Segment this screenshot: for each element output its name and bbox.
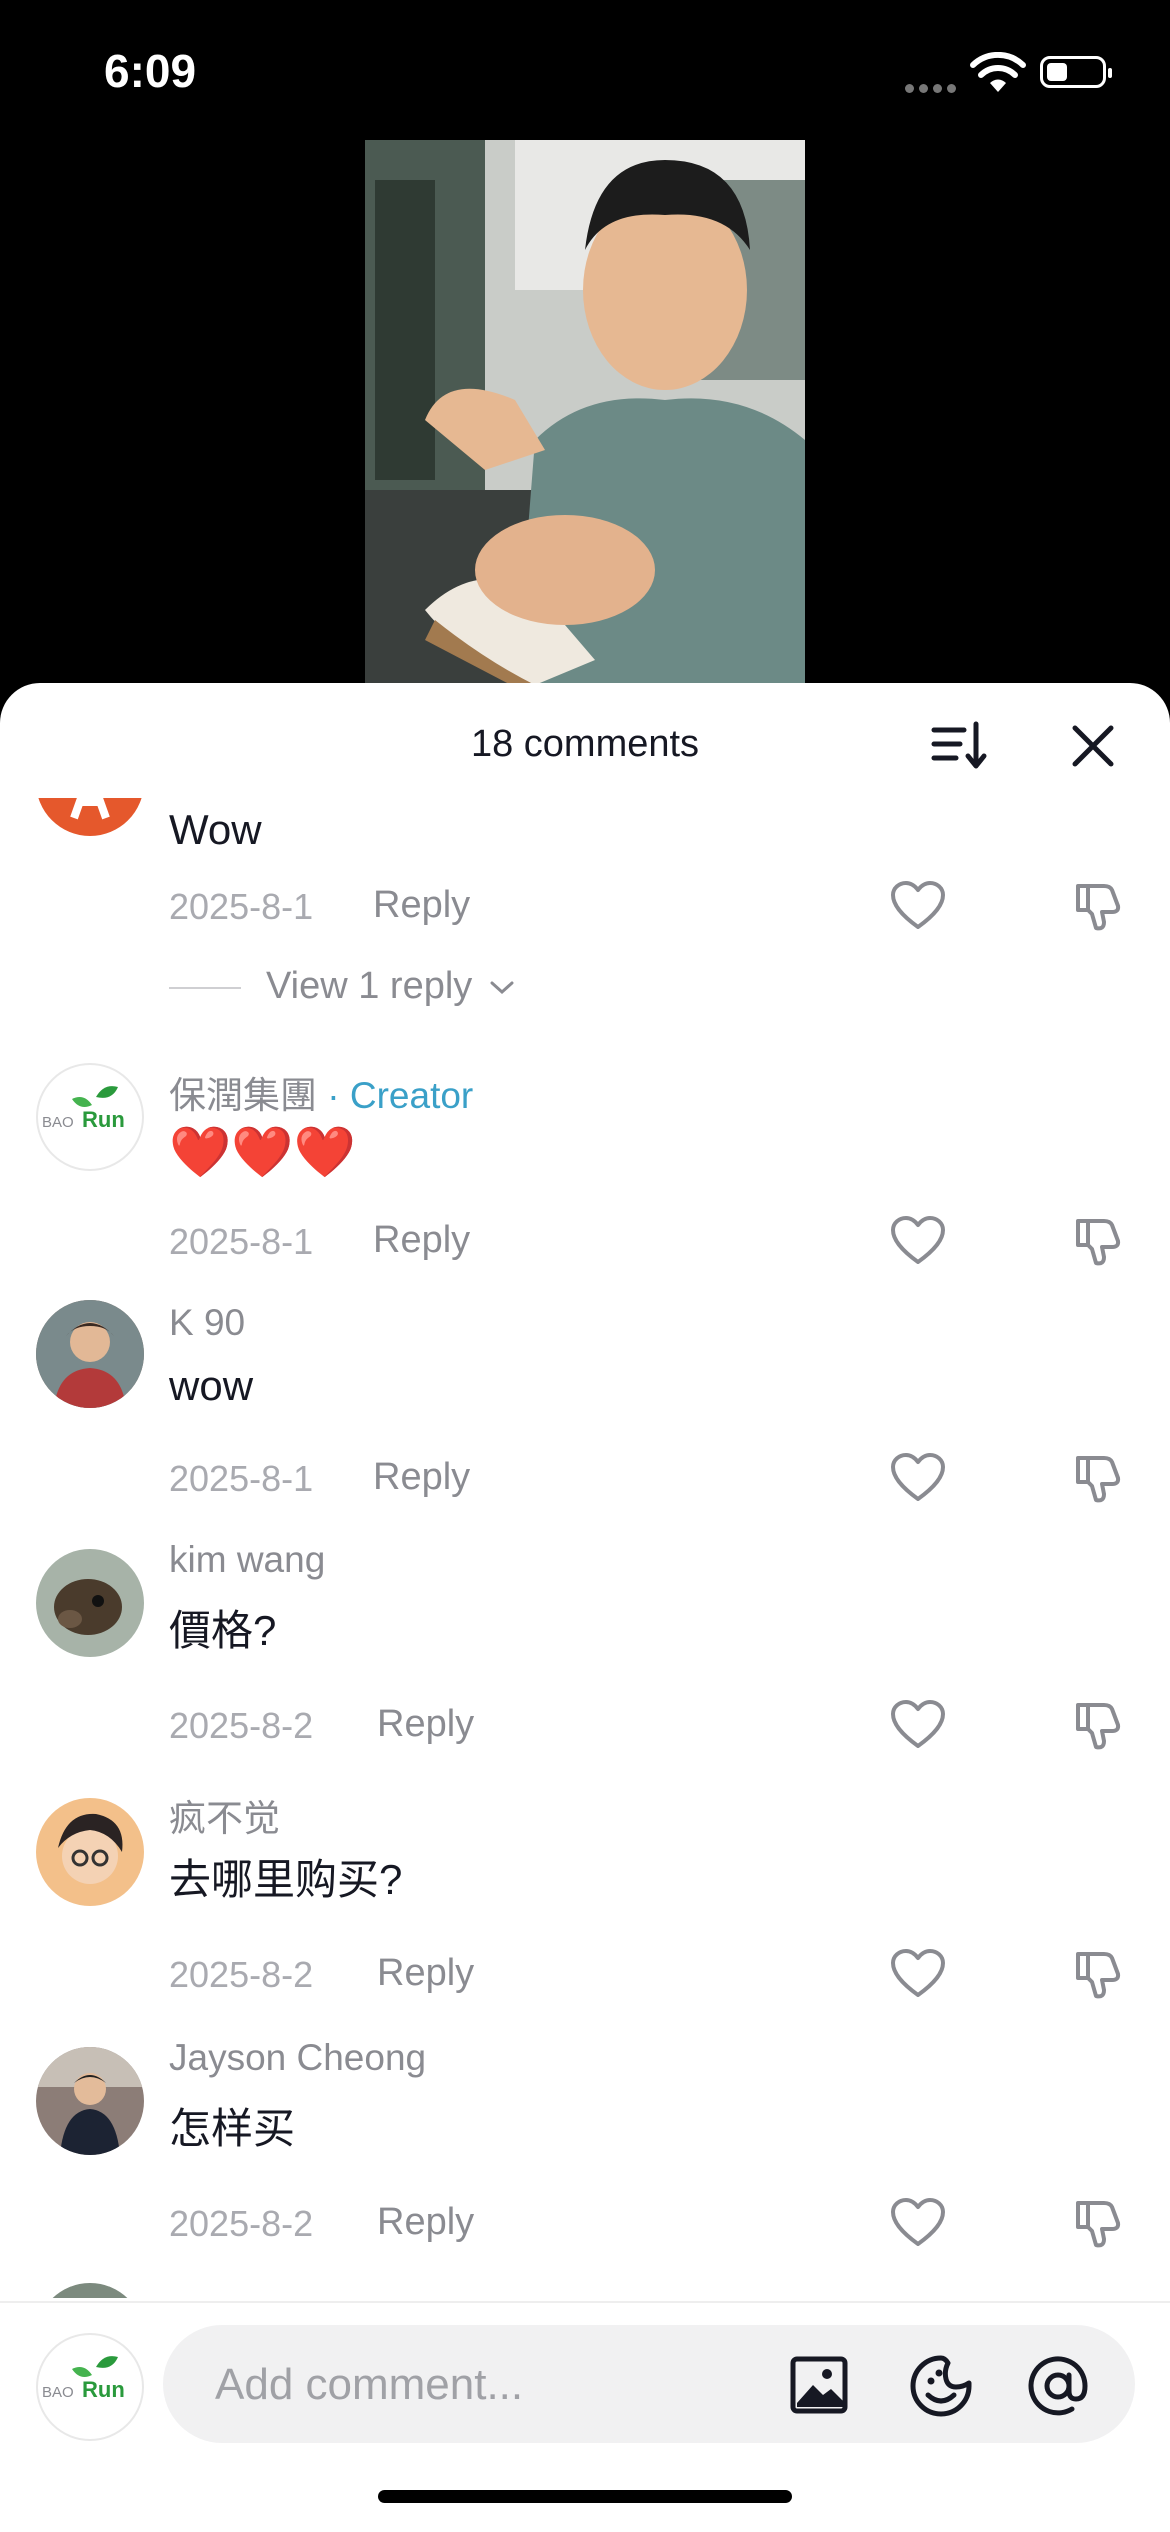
chevron-down-icon [490, 981, 514, 994]
comment-text: ❤️❤️❤️ [169, 1124, 356, 1180]
svg-text:Run: Run [82, 1107, 125, 1132]
comments-count-title: 18 comments [470, 723, 700, 765]
creator-badge: · Creator [327, 1075, 474, 1116]
thumbs-down-icon[interactable] [1070, 1697, 1126, 1753]
comments-list[interactable]: Wow 2025-8-1 Reply View 1 reply BAO Run … [0, 798, 1170, 2298]
baorun-logo-icon: BAO Run [42, 2356, 125, 2402]
sort-icon[interactable] [930, 718, 990, 774]
thumbs-down-icon[interactable] [1070, 1450, 1126, 1506]
comment-username[interactable]: 疯不觉 [169, 1788, 280, 1842]
avatar[interactable] [36, 798, 144, 836]
comment-text: Wow [169, 806, 262, 853]
reply-button[interactable]: Reply [377, 1952, 474, 1995]
comment-text: 去哪里购买? [169, 1856, 403, 1903]
mention-icon[interactable] [1025, 2353, 1091, 2419]
heart-outline-icon[interactable] [890, 1452, 946, 1504]
comment-date: 2025-8-2 [169, 1705, 314, 1746]
thumbs-down-icon[interactable] [1070, 2195, 1126, 2251]
comment-username[interactable]: kim wang [169, 1539, 325, 1581]
video-frame-image [365, 140, 805, 695]
view-replies-button[interactable]: View 1 reply [169, 965, 515, 1008]
heart-outline-icon[interactable] [890, 1948, 946, 2000]
avatar[interactable] [36, 1798, 144, 1906]
comment-text: wow [169, 1362, 254, 1409]
emoji-icon[interactable] [908, 2353, 974, 2419]
user-photo-avatar [36, 2047, 144, 2155]
user-photo-avatar [36, 1300, 144, 1408]
status-time: 6:09 [104, 45, 197, 97]
divider-line [169, 986, 241, 989]
reply-button[interactable]: Reply [373, 884, 470, 927]
comment-text: 價格? [169, 1607, 277, 1654]
comment-date: 2025-8-1 [169, 886, 314, 927]
heart-outline-icon[interactable] [890, 1215, 946, 1267]
heart-outline-icon[interactable] [890, 2197, 946, 2249]
battery-icon [1040, 56, 1112, 88]
avatar[interactable] [36, 2283, 144, 2298]
thumbs-down-icon[interactable] [1070, 1946, 1126, 2002]
baorun-logo-icon: BAO Run [42, 1086, 125, 1132]
comment-date: 2025-8-1 [169, 1458, 314, 1499]
comment-box [163, 2325, 1135, 2445]
sheet-header: 18 comments [0, 683, 1170, 798]
status-bar: 6:09 [0, 0, 1170, 140]
comment-date: 2025-8-2 [169, 1954, 314, 1995]
my-avatar[interactable]: BAO Run [36, 2333, 144, 2441]
avatar[interactable] [36, 2047, 144, 2155]
view-replies-label: View 1 reply [266, 965, 473, 1007]
avatar[interactable] [36, 1300, 144, 1408]
reply-button[interactable]: Reply [377, 2201, 474, 2244]
username-label: 保潤集團 [169, 1075, 317, 1116]
comment-date: 2025-8-2 [169, 2203, 314, 2244]
reply-button[interactable]: Reply [373, 1219, 470, 1262]
video-player[interactable] [365, 140, 805, 695]
avatar[interactable]: BAO Run [36, 1063, 144, 1171]
comments-sheet: 18 comments Wow 2025-8-1 Reply View 1 re… [0, 683, 1170, 2532]
svg-text:BAO: BAO [42, 1114, 74, 1131]
home-indicator[interactable] [378, 2490, 792, 2503]
avatar[interactable] [36, 1549, 144, 1657]
comment-username[interactable]: Jayson Cheong [169, 2037, 426, 2079]
avatar-letter-icon [70, 798, 110, 820]
svg-text:Run: Run [82, 2377, 125, 2402]
user-cartoon-avatar [36, 1798, 144, 1906]
cellular-signal-icon [905, 80, 961, 98]
thumbs-down-icon[interactable] [1070, 1213, 1126, 1269]
reply-button[interactable]: Reply [373, 1456, 470, 1499]
svg-text:BAO: BAO [42, 2384, 74, 2401]
heart-outline-icon[interactable] [890, 880, 946, 932]
user-photo-avatar [36, 1549, 144, 1657]
close-icon[interactable] [1065, 718, 1121, 774]
thumbs-down-icon[interactable] [1070, 878, 1126, 934]
comment-username[interactable]: 保潤集團 · Creator [169, 1065, 473, 1119]
heart-outline-icon[interactable] [890, 1699, 946, 1751]
add-comment-input[interactable] [213, 2325, 817, 2445]
comment-date: 2025-8-1 [169, 1221, 314, 1262]
wifi-icon [970, 52, 1026, 92]
comment-username[interactable]: K 90 [169, 1302, 245, 1344]
reply-button[interactable]: Reply [377, 1703, 474, 1746]
comment-text: 怎样买 [169, 2105, 296, 2152]
image-icon[interactable] [789, 2355, 849, 2415]
